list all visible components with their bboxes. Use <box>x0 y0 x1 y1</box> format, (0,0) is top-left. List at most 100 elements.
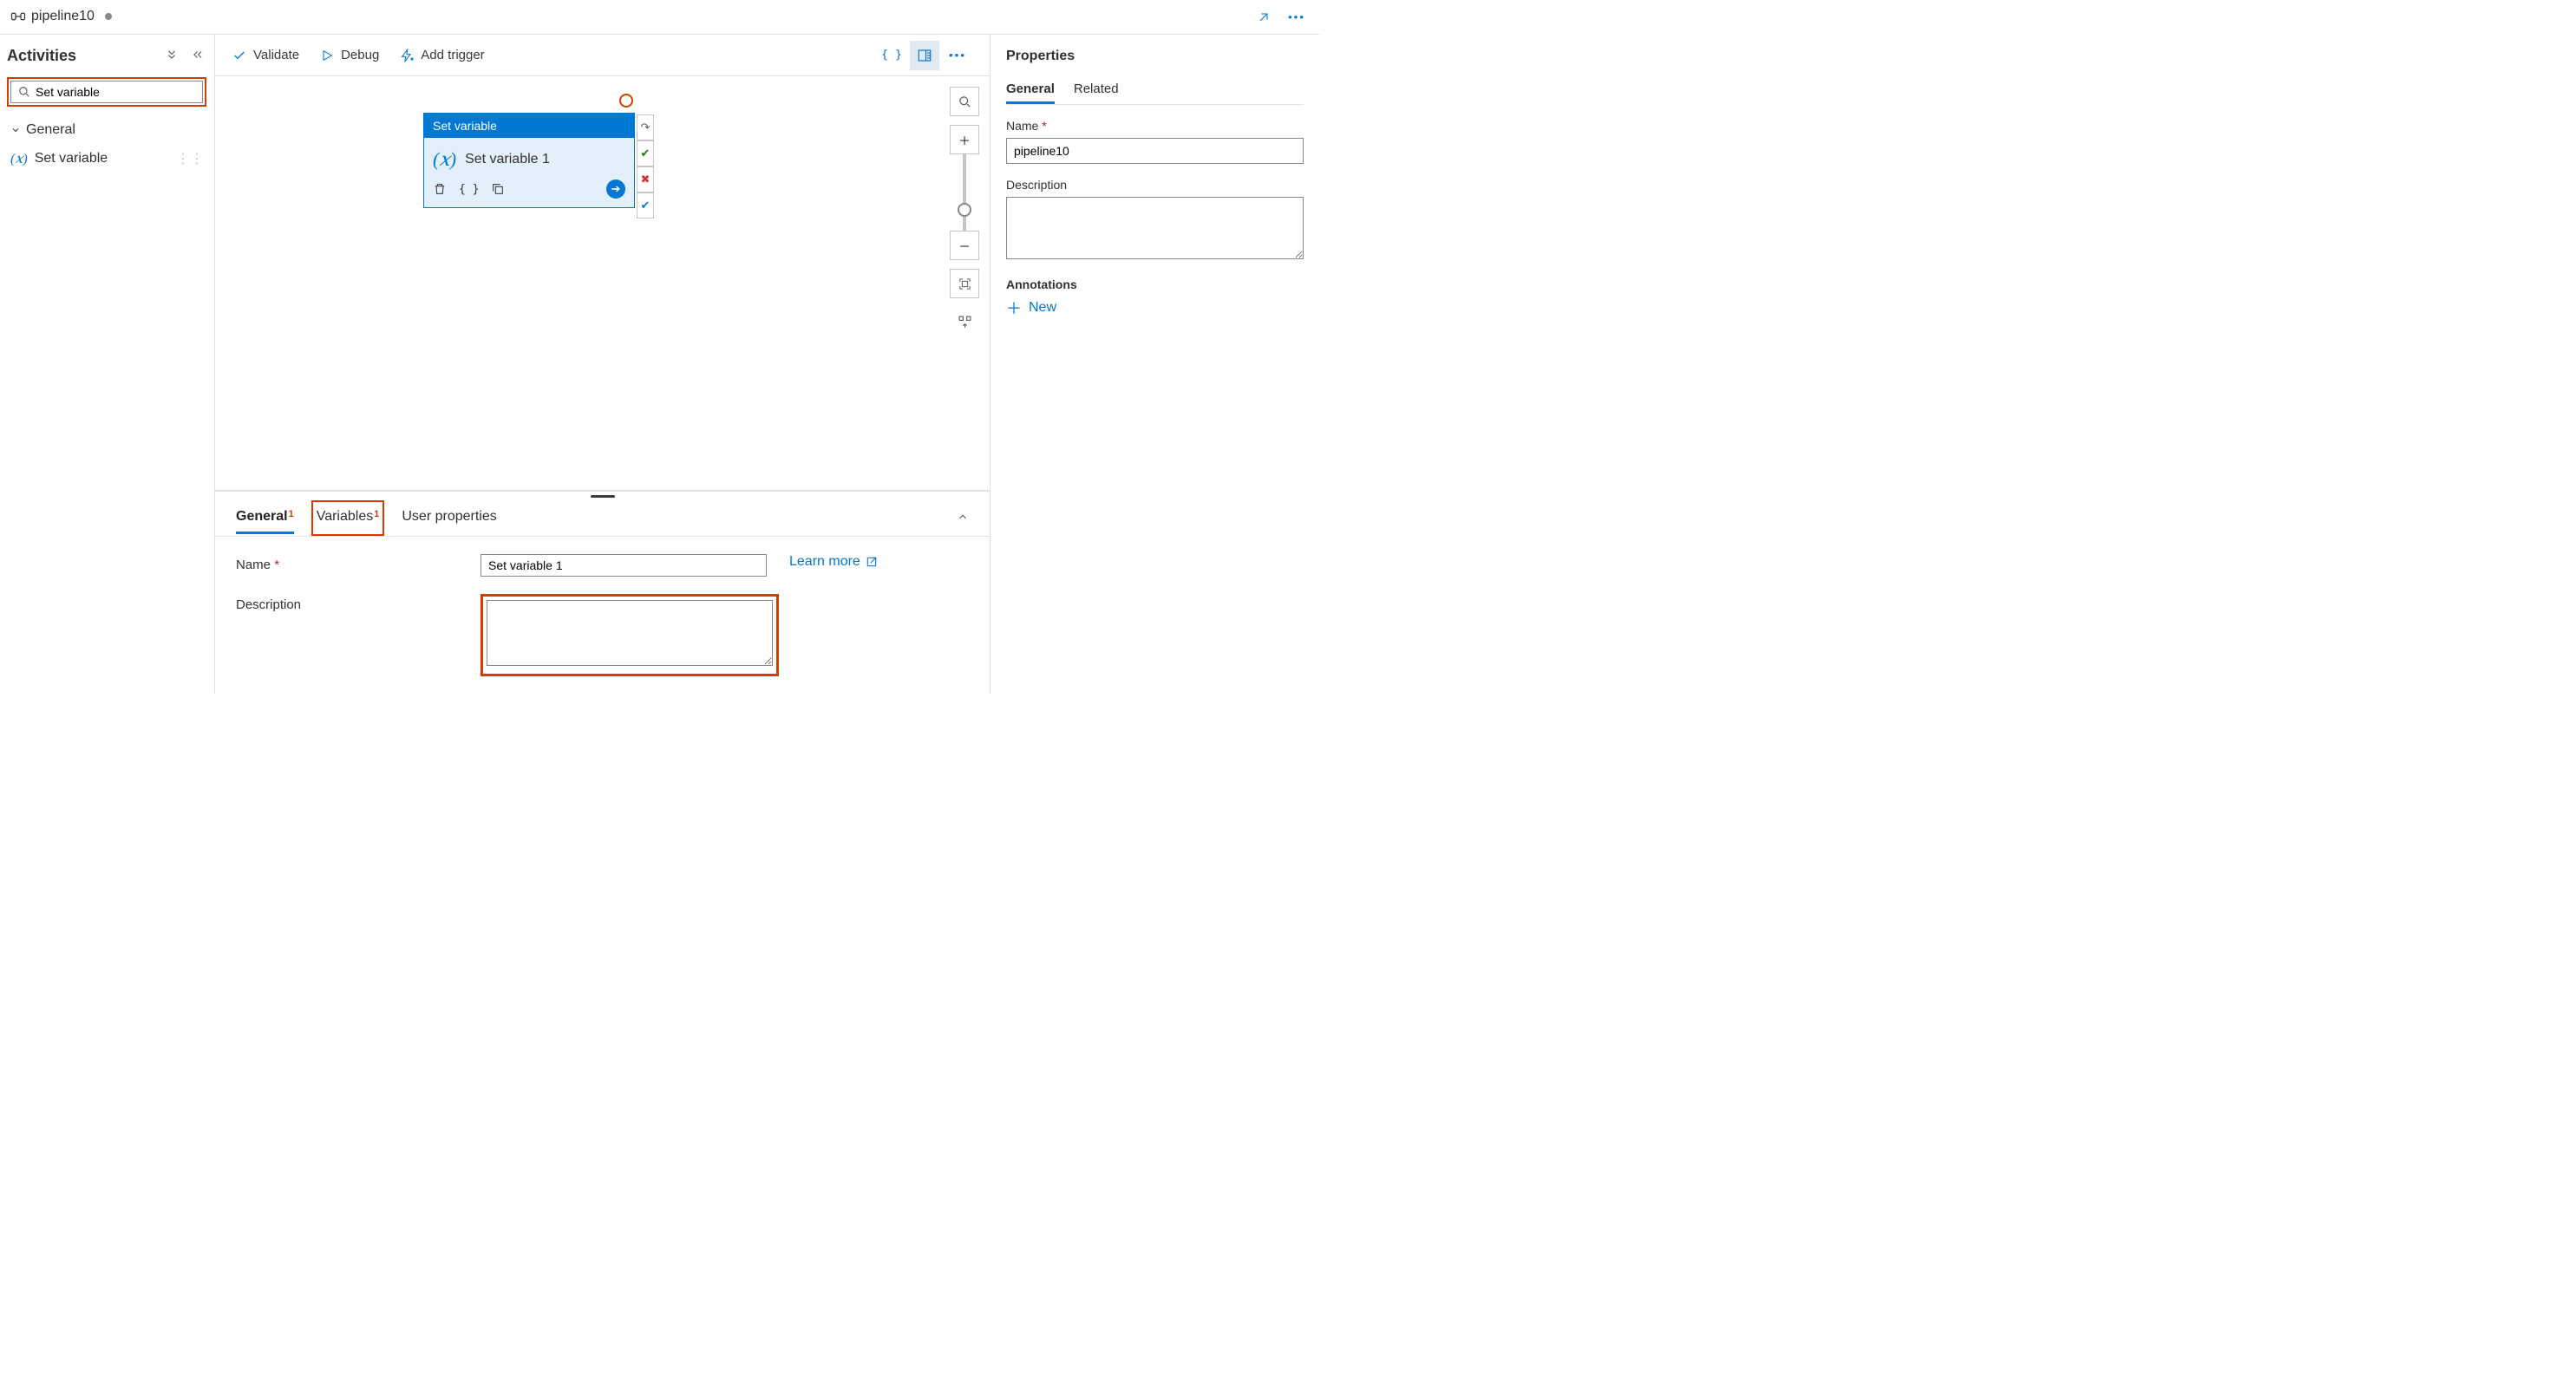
arrow-right-icon[interactable]: ➔ <box>606 179 625 199</box>
highlight-circle <box>619 94 633 108</box>
canvas-tools: ＋ － <box>950 87 979 336</box>
port-success[interactable]: ✔ <box>637 140 654 166</box>
tab-variables-highlight: Variables 1 <box>311 500 385 536</box>
expand-icon <box>1257 10 1271 24</box>
chevrons-down-icon <box>166 49 178 61</box>
activities-search-highlight <box>7 77 206 107</box>
braces-icon[interactable]: { } <box>459 183 479 196</box>
activity-settings-panel: General 1 Variables 1 User properties <box>215 491 990 694</box>
ellipsis-icon: ••• <box>949 49 966 62</box>
form-name-label: Name * <box>236 554 470 572</box>
layout-icon <box>958 315 972 329</box>
play-icon <box>320 49 334 62</box>
chevron-down-icon <box>10 125 21 135</box>
group-general-label: General <box>26 122 75 138</box>
variable-icon: (𝑥) <box>433 148 456 171</box>
check-icon <box>232 49 246 62</box>
validate-label: Validate <box>253 48 299 62</box>
zoom-in-button[interactable]: ＋ <box>950 125 979 154</box>
activities-title: Activities <box>7 47 155 65</box>
port-failure[interactable]: ✖ <box>637 166 654 192</box>
zoom-slider[interactable] <box>963 154 966 231</box>
tab-user-properties-label: User properties <box>402 509 496 525</box>
add-annotation-label: New <box>1029 300 1056 316</box>
activity-node-type: Set variable <box>424 114 634 138</box>
debug-label: Debug <box>341 48 379 62</box>
fit-screen-button[interactable] <box>950 269 979 298</box>
pipeline-tab[interactable]: pipeline10 <box>0 0 122 34</box>
collapse-settings-button[interactable] <box>957 511 969 525</box>
search-icon <box>958 95 971 108</box>
add-annotation-button[interactable]: ＋ New <box>1006 297 1304 319</box>
props-tab-general[interactable]: General <box>1006 76 1055 104</box>
debug-button[interactable]: Debug <box>320 48 379 62</box>
activities-search[interactable] <box>10 81 203 103</box>
port-completion[interactable]: ✔ <box>637 192 654 219</box>
braces-icon: { } <box>881 49 902 62</box>
pipeline-toolbar: Validate Debug Add trigger { } ••• <box>215 35 990 76</box>
unsaved-indicator <box>105 13 112 20</box>
port-skip[interactable]: ↷ <box>637 114 654 140</box>
search-icon <box>18 86 30 98</box>
learn-more-link[interactable]: Learn more <box>789 554 878 570</box>
plus-icon: ＋ <box>1006 297 1022 319</box>
pipeline-icon <box>10 9 26 24</box>
tab-general-badge: 1 <box>289 509 294 519</box>
json-view-button[interactable]: { } <box>877 41 906 70</box>
properties-panel: Properties General Related Name * Descri… <box>990 35 1319 694</box>
port-stack: ↷ ✔ ✖ ✔ <box>637 114 654 219</box>
pipeline-tab-label: pipeline10 <box>31 9 95 24</box>
copy-icon[interactable] <box>491 182 505 196</box>
external-link-icon <box>866 556 878 568</box>
form-description-label: Description <box>236 594 470 612</box>
drag-handle-icon: ⋮⋮ <box>176 150 204 167</box>
activity-node[interactable]: Set variable (𝑥) Set variable 1 { } ➔ <box>423 113 635 208</box>
description-highlight <box>481 594 779 676</box>
pipeline-name-input[interactable] <box>1006 138 1304 164</box>
toolbar-more-button[interactable]: ••• <box>943 41 972 70</box>
activity-set-variable[interactable]: (𝑥) Set variable ⋮⋮ <box>7 145 207 173</box>
pipeline-canvas[interactable]: Set variable (𝑥) Set variable 1 { } ➔ ↷ … <box>215 76 990 491</box>
resize-handle[interactable] <box>215 492 990 500</box>
activity-node-name: Set variable 1 <box>465 152 550 167</box>
plus-icon: ＋ <box>958 132 970 148</box>
auto-layout-button[interactable] <box>950 307 979 336</box>
add-trigger-label: Add trigger <box>421 48 484 62</box>
properties-toggle-button[interactable] <box>910 41 939 70</box>
canvas-search-button[interactable] <box>950 87 979 116</box>
tab-user-properties[interactable]: User properties <box>402 502 496 534</box>
tab-general[interactable]: General 1 <box>236 502 294 534</box>
trigger-icon <box>400 49 414 62</box>
tab-variables[interactable]: Variables 1 <box>317 502 380 534</box>
activities-expand-all[interactable] <box>162 45 181 67</box>
properties-title: Properties <box>1006 49 1304 64</box>
zoom-thumb[interactable] <box>958 203 971 217</box>
group-general[interactable]: General <box>7 119 207 141</box>
tab-variables-badge: 1 <box>374 509 379 519</box>
validate-button[interactable]: Validate <box>232 48 299 62</box>
activities-panel: Activities General (𝑥) Set variable ⋮⋮ <box>0 35 215 694</box>
tab-variables-label: Variables <box>317 509 374 525</box>
fit-icon <box>958 277 971 290</box>
editor-tab-row: pipeline10 ••• <box>0 0 1319 35</box>
props-annotations-label: Annotations <box>1006 277 1304 291</box>
variable-icon: (𝑥) <box>10 150 28 167</box>
expand-button[interactable] <box>1252 5 1276 29</box>
tab-general-label: General <box>236 509 288 525</box>
activity-description-input[interactable] <box>487 600 773 666</box>
props-name-label: Name * <box>1006 119 1304 133</box>
activities-search-input[interactable] <box>36 85 195 99</box>
learn-more-label: Learn more <box>789 554 860 570</box>
properties-pane-icon <box>917 48 932 63</box>
tab-more-button[interactable]: ••• <box>1283 5 1311 29</box>
props-description-label: Description <box>1006 178 1304 192</box>
pipeline-description-input[interactable] <box>1006 197 1304 259</box>
zoom-out-button[interactable]: － <box>950 231 979 260</box>
activities-collapse[interactable] <box>188 45 207 67</box>
add-trigger-button[interactable]: Add trigger <box>400 48 484 62</box>
trash-icon[interactable] <box>433 182 447 196</box>
activity-name-input[interactable] <box>481 554 767 577</box>
chevrons-left-icon <box>192 49 204 61</box>
minus-icon: － <box>958 238 970 254</box>
props-tab-related[interactable]: Related <box>1074 76 1119 104</box>
